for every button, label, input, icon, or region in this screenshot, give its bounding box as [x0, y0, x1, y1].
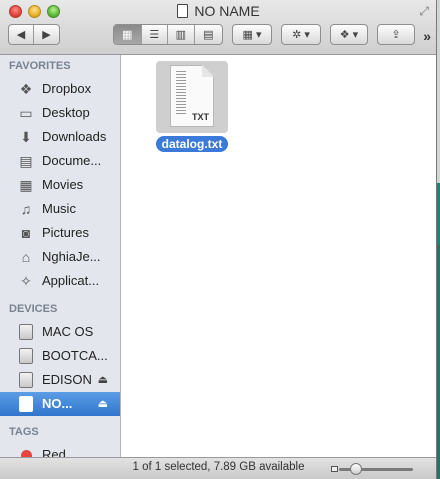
- forward-button[interactable]: ▶: [34, 25, 59, 44]
- chevron-left-icon: ◀: [16, 29, 26, 41]
- hard-drive-icon: [17, 348, 35, 364]
- sidebar-item-label: BOOTCA...: [42, 348, 108, 363]
- icon-view-button[interactable]: ▦: [114, 25, 142, 44]
- applications-icon: ✧: [20, 273, 32, 289]
- sidebar-item-home[interactable]: ⌂ NghiaJe...: [0, 245, 120, 269]
- gear-icon: ✲ ▾: [292, 29, 310, 41]
- sidebar-item-edison[interactable]: EDISON ⏏: [0, 368, 120, 392]
- slider-thumb[interactable]: [350, 463, 362, 475]
- status-bar: 1 of 1 selected, 7.89 GB available: [0, 457, 436, 479]
- sidebar-item-label: Downloads: [42, 129, 107, 144]
- sidebar-section-tags: TAGS: [9, 426, 39, 438]
- file-name-label[interactable]: datalog.txt: [155, 136, 229, 152]
- sidebar-item-label: Movies: [42, 177, 84, 192]
- back-button[interactable]: ◀: [9, 25, 35, 44]
- text-document-icon: TXT: [170, 65, 214, 127]
- sidebar-section-favorites: FAVORITES: [9, 60, 71, 72]
- columns-icon: ▥: [175, 29, 186, 41]
- share-button[interactable]: ⇪: [377, 24, 415, 45]
- eject-icon[interactable]: ⏏: [98, 392, 108, 416]
- sidebar-item-tag-red[interactable]: Red: [0, 443, 120, 457]
- sidebar-item-label: NghiaJe...: [42, 249, 101, 264]
- dropbox-icon: ❖ ▾: [339, 29, 359, 41]
- small-icon-size-icon: [331, 466, 338, 472]
- desktop-icon: ▭: [19, 105, 33, 121]
- sidebar-item-label: Applicat...: [42, 273, 100, 288]
- hard-drive-icon: [17, 372, 35, 388]
- sidebar-item-label: MAC OS: [42, 324, 94, 339]
- arrange-button[interactable]: ▦ ▾: [232, 24, 272, 45]
- grid-icon: ▦: [122, 29, 133, 41]
- back-forward-control: ◀ ▶: [8, 24, 60, 45]
- toolbar: NO NAME ⤢ ◀ ▶ ▦ ☰ ▥ ▤ ▦ ▾ ✲ ▾ ❖ ▾ ⇪ »: [0, 0, 436, 55]
- home-icon: ⌂: [21, 249, 31, 265]
- view-mode-control: ▦ ☰ ▥ ▤: [113, 24, 223, 45]
- movies-icon: ▦: [19, 177, 33, 193]
- icon-size-slider[interactable]: [339, 463, 413, 475]
- eject-icon[interactable]: ⏏: [98, 368, 108, 392]
- sidebar-item-label: NO...: [42, 396, 73, 411]
- sidebar-section-devices: DEVICES: [9, 303, 58, 315]
- tag-dot-icon: [17, 447, 35, 457]
- sidebar: FAVORITES ❖ Dropbox ▭ Desktop ⬇ Downloads ▤…: [0, 55, 121, 457]
- downloads-icon: ⬇: [20, 129, 32, 145]
- hard-drive-icon: [17, 396, 35, 412]
- finder-window: NO NAME ⤢ ◀ ▶ ▦ ☰ ▥ ▤ ▦ ▾ ✲ ▾ ❖ ▾ ⇪ » FA…: [0, 0, 437, 479]
- fullscreen-icon[interactable]: ⤢: [419, 4, 429, 19]
- window-title-text: NO NAME: [194, 3, 260, 19]
- sidebar-item-documents[interactable]: ▤ Docume...: [0, 149, 120, 173]
- arrange-icon: ▦ ▾: [242, 29, 262, 41]
- sidebar-item-desktop[interactable]: ▭ Desktop: [0, 101, 120, 125]
- action-button[interactable]: ✲ ▾: [281, 24, 321, 45]
- sidebar-item-label: Dropbox: [42, 81, 92, 96]
- dropbox-icon: ❖: [19, 81, 33, 97]
- pictures-icon: ◙: [21, 225, 31, 241]
- sidebar-item-movies[interactable]: ▦ Movies: [0, 173, 120, 197]
- documents-icon: ▤: [19, 153, 33, 169]
- list-view-button[interactable]: ☰: [142, 25, 169, 44]
- cover-flow-icon: ▤: [203, 29, 214, 41]
- sidebar-item-label: EDISON: [42, 372, 92, 387]
- sidebar-item-music[interactable]: ♫ Music: [0, 197, 120, 221]
- status-text: 1 of 1 selected, 7.89 GB available: [132, 461, 305, 473]
- sidebar-item-label: Desktop: [42, 105, 90, 120]
- drive-icon: [177, 4, 189, 18]
- sidebar-item-pictures[interactable]: ◙ Pictures: [0, 221, 120, 245]
- sidebar-item-applications[interactable]: ✧ Applicat...: [0, 269, 120, 293]
- sidebar-item-bootcamp[interactable]: BOOTCA...: [0, 344, 120, 368]
- music-icon: ♫: [20, 201, 32, 217]
- file-thumbnail[interactable]: TXT: [156, 61, 228, 133]
- cover-flow-view-button[interactable]: ▤: [195, 25, 222, 44]
- sidebar-item-downloads[interactable]: ⬇ Downloads: [0, 125, 120, 149]
- share-icon: ⇪: [391, 29, 401, 41]
- hard-drive-icon: [17, 324, 35, 340]
- sidebar-item-label: Music: [42, 201, 76, 216]
- toolbar-overflow-button[interactable]: »: [423, 28, 431, 44]
- chevron-right-icon: ▶: [42, 29, 51, 41]
- sidebar-item-no-name[interactable]: NO... ⏏: [0, 392, 120, 416]
- sidebar-item-dropbox[interactable]: ❖ Dropbox: [0, 77, 120, 101]
- window-title: NO NAME: [0, 3, 436, 19]
- list-icon: ☰: [149, 29, 160, 41]
- file-browser-content[interactable]: TXT datalog.txt: [122, 55, 436, 457]
- file-extension-label: TXT: [192, 112, 209, 122]
- sidebar-item-label: Red: [42, 447, 66, 457]
- sidebar-item-label: Pictures: [42, 225, 89, 240]
- sidebar-item-label: Docume...: [42, 153, 102, 168]
- column-view-button[interactable]: ▥: [168, 25, 195, 44]
- dropbox-button[interactable]: ❖ ▾: [330, 24, 368, 45]
- file-item[interactable]: TXT datalog.txt: [152, 61, 232, 152]
- sidebar-item-mac-os[interactable]: MAC OS: [0, 320, 120, 344]
